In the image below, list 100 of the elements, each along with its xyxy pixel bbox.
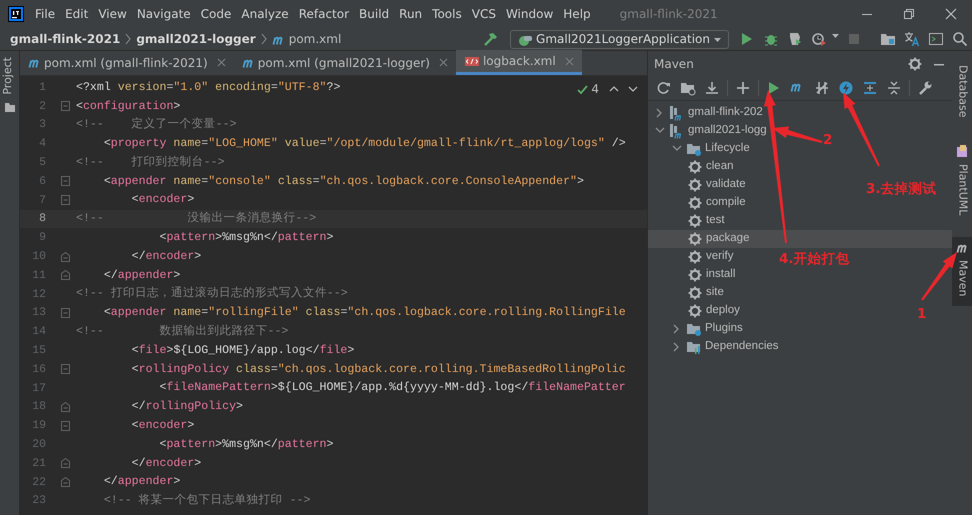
- plantuml-icon: [956, 144, 968, 158]
- line-number: 2: [38, 98, 46, 115]
- menu-item[interactable]: VCS: [466, 5, 501, 23]
- code-line: </appender>: [102, 474, 180, 490]
- editor-tab[interactable]: pom.xml (gmall2021-logger): [234, 50, 456, 75]
- tree-item[interactable]: verify: [688, 248, 734, 266]
- menu-item[interactable]: Edit: [60, 5, 94, 23]
- menu-item[interactable]: Build: [354, 5, 394, 23]
- add-folder-icon[interactable]: [680, 80, 696, 96]
- code-line: </encoder>: [130, 248, 202, 265]
- fold-icon[interactable]: [61, 402, 70, 412]
- tree-item[interactable]: test: [688, 212, 725, 230]
- line-number: 8: [38, 211, 46, 228]
- code-line: <property name="LOG_HOME" value="/opt/module/gmall-flink/rt_applog/logs" />: [102, 136, 626, 152]
- code-line: <pattern>%msg%n</pattern>: [158, 436, 334, 453]
- offline-icon[interactable]: [814, 80, 830, 96]
- close-icon[interactable]: [944, 7, 958, 21]
- menu-item[interactable]: Code: [196, 5, 236, 23]
- fold-icon[interactable]: [61, 195, 70, 206]
- code-line: </encoder>: [130, 456, 202, 472]
- code-line: </appender>: [102, 268, 180, 284]
- inspection-count[interactable]: 4: [591, 80, 599, 98]
- profile-icon[interactable]: [811, 31, 827, 47]
- folder-icon: [4, 100, 16, 113]
- settings-icon[interactable]: [908, 56, 922, 70]
- down-icon[interactable]: [627, 84, 639, 94]
- run-configuration-dropdown[interactable]: Gmall2021LoggerApplication: [510, 30, 729, 48]
- hammer-icon[interactable]: [482, 31, 498, 47]
- tree-item[interactable]: gmall-flink-202: [654, 104, 763, 122]
- menu-item[interactable]: Window: [500, 5, 558, 23]
- fold-icon[interactable]: [61, 176, 70, 186]
- tree-item[interactable]: clean: [688, 158, 734, 176]
- collapse-icon[interactable]: [886, 80, 902, 96]
- line-number: 23: [31, 493, 46, 510]
- lightning-icon[interactable]: [838, 80, 854, 96]
- line-number: 16: [31, 362, 46, 378]
- menu-item[interactable]: File: [30, 5, 60, 23]
- tool-window-tab[interactable]: Maven: [952, 236, 972, 306]
- fold-icon[interactable]: [61, 420, 70, 431]
- search-icon[interactable]: [952, 31, 968, 47]
- line-number: 10: [31, 248, 46, 265]
- code-line: <pattern>%msg%n</pattern>: [158, 230, 334, 246]
- tree-item[interactable]: site: [688, 284, 724, 302]
- restore-icon[interactable]: [902, 7, 916, 21]
- translate-icon[interactable]: [904, 31, 920, 47]
- editor-tab[interactable]: logback.xml: [456, 50, 582, 75]
- dependencies-icon[interactable]: [862, 80, 878, 96]
- tool-window-tab[interactable]: PlantUML: [952, 140, 972, 225]
- menu-item[interactable]: Analyze: [236, 5, 294, 23]
- tree-item[interactable]: deploy: [688, 302, 740, 320]
- code-line: <!-- 打印到控制台-->: [76, 154, 225, 171]
- fold-icon[interactable]: [61, 308, 70, 318]
- close-icon[interactable]: [216, 58, 226, 67]
- plus-icon[interactable]: [735, 80, 751, 96]
- tree-item[interactable]: Dependencies: [671, 338, 779, 356]
- line-number: 12: [31, 286, 46, 303]
- coverage-icon[interactable]: [787, 31, 803, 47]
- project-structure-icon[interactable]: [880, 31, 896, 47]
- fold-icon[interactable]: [61, 101, 70, 112]
- annotation-arrow: [921, 252, 957, 301]
- menu-item[interactable]: Tools: [427, 5, 467, 23]
- tree-item[interactable]: Lifecycle: [671, 140, 750, 158]
- tree-item[interactable]: compile: [688, 194, 746, 212]
- breadcrumb-item[interactable]: gmall2021-logger: [136, 30, 256, 48]
- tree-item[interactable]: validate: [688, 176, 746, 194]
- tree-item[interactable]: install: [688, 266, 736, 284]
- code-line: <appender name="console" class="ch.qos.logback.core.ConsoleAppender">: [102, 174, 584, 190]
- check-icon: [577, 84, 588, 94]
- gear-icon: [688, 232, 702, 246]
- tool-window-tab[interactable]: Database: [952, 55, 972, 128]
- tree-item[interactable]: package: [688, 230, 750, 248]
- editor-tab[interactable]: pom.xml (gmall-flink-2021): [20, 50, 234, 75]
- fold-icon[interactable]: [61, 270, 70, 280]
- wrench-icon[interactable]: [917, 80, 933, 96]
- terminal-icon[interactable]: [928, 31, 944, 47]
- project-tool-tab[interactable]: Project: [0, 51, 19, 101]
- gear-icon: [688, 196, 702, 210]
- menu-item[interactable]: Navigate: [132, 5, 196, 23]
- fold-icon[interactable]: [61, 458, 70, 468]
- code-line: <encoder>: [130, 192, 194, 208]
- close-icon[interactable]: [438, 58, 448, 67]
- chevron-icon: [124, 33, 132, 45]
- menu-item[interactable]: Run: [394, 5, 428, 23]
- up-icon[interactable]: [608, 84, 620, 94]
- line-number: 9: [38, 230, 46, 246]
- download-icon[interactable]: [704, 80, 720, 96]
- line-number: 14: [31, 324, 46, 340]
- fold-icon[interactable]: [61, 252, 70, 262]
- refresh-icon[interactable]: [656, 80, 672, 96]
- breadcrumb-item[interactable]: gmall-flink-2021: [10, 30, 120, 48]
- fold-icon[interactable]: [61, 364, 70, 374]
- code-line: <!-- 数据输出到此路径下-->: [76, 324, 288, 340]
- breadcrumb-item[interactable]: pom.xml: [288, 30, 342, 48]
- menu-item[interactable]: Refactor: [294, 5, 354, 23]
- menu-item[interactable]: Help: [558, 5, 596, 23]
- chevron-icon: [260, 33, 268, 45]
- menu-item[interactable]: View: [93, 5, 132, 23]
- fold-icon[interactable]: [61, 477, 70, 488]
- tree-item[interactable]: Plugins: [671, 320, 743, 338]
- tree-item[interactable]: gmall2021-logg: [654, 122, 767, 140]
